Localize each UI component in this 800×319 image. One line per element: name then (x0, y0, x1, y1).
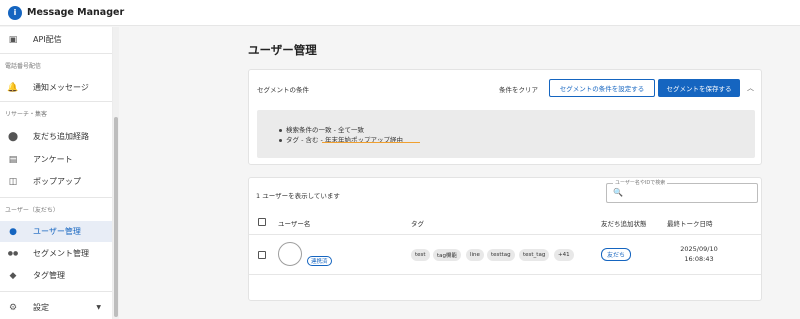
clear-conditions-button[interactable]: 条件をクリア (499, 84, 538, 94)
search-input[interactable]: ユーザー名やIDで検索 🔍 (606, 179, 758, 203)
page-title: ユーザー管理 (248, 43, 317, 57)
tag-chip: test (411, 249, 430, 261)
section-label-phone: 電話番号配信 (5, 63, 42, 70)
column-header-friend-status[interactable]: 友だち追加状態 (601, 218, 647, 228)
search-placeholder: ユーザー名やIDで検索 (613, 179, 668, 186)
condition-text: 検索条件の一致 - 全て一致 (286, 126, 364, 134)
highlight-underline (322, 142, 420, 143)
sidebar-item-notify[interactable]: 🔔 通知メッセージ (0, 77, 112, 98)
user-count-text: 1 ユーザーを表示しています (256, 192, 340, 200)
tag-chip: test_tag (519, 249, 550, 261)
section-label-research: リサーチ・集客 (5, 111, 48, 118)
person-icon: ● (9, 226, 17, 237)
sidebar-item-label: ユーザー管理 (33, 227, 81, 236)
column-header-name[interactable]: ユーザー名 (278, 218, 310, 228)
sidebar-item-api[interactable]: ▣ API配信 (0, 29, 112, 50)
divider (249, 274, 761, 275)
top-bar: i Message Manager (0, 0, 800, 26)
sidebar-item-label: API配信 (33, 35, 62, 44)
location-icon: ⬤ (7, 131, 19, 142)
row-checkbox[interactable] (258, 251, 266, 259)
sidebar-item-label: アンケート (33, 155, 73, 164)
sidebar-item-tags[interactable]: ◆ タグ管理 (0, 265, 112, 286)
tag-chip: testtag (487, 249, 515, 261)
gear-icon: ⚙ (8, 302, 18, 313)
save-segment-button[interactable]: セグメントを保存する (658, 79, 740, 97)
divider (0, 197, 112, 198)
sidebar-item-survey[interactable]: ▤ アンケート (0, 149, 112, 170)
tag-chip: tag機能 (433, 249, 462, 261)
sidebar-item-label: タグ管理 (33, 271, 65, 280)
clipboard-icon: ▤ (8, 154, 18, 165)
sidebar-item-label: 友だち追加経路 (33, 132, 89, 141)
chevron-down-icon: ▼ (96, 304, 101, 311)
sidebar-item-segments[interactable]: ●● セグメント管理 (0, 243, 112, 264)
segment-title: セグメントの条件 (257, 86, 309, 94)
bullet-icon (279, 138, 282, 142)
sidebar: ▣ API配信 電話番号配信 🔔 通知メッセージ リサーチ・集客 ⬤ 友だち追加… (0, 27, 113, 319)
segment-card: セグメントの条件 条件をクリア セグメントの条件を設定する セグメントを保存する… (248, 69, 762, 165)
sidebar-item-label: ポップアップ (33, 177, 81, 186)
chevron-up-icon[interactable]: ︿ (747, 83, 754, 93)
tag-icon: ◆ (9, 270, 17, 281)
select-all-checkbox[interactable] (258, 218, 266, 226)
bell-icon: 🔔 (7, 82, 19, 93)
section-label-users: ユーザー（友だち） (5, 207, 59, 214)
divider (0, 101, 112, 102)
sidebar-item-label: 設定 (33, 303, 49, 312)
sidebar-item-label: セグメント管理 (33, 249, 89, 258)
tag-more-chip[interactable]: +41 (554, 249, 574, 261)
search-icon: 🔍 (613, 188, 623, 197)
set-conditions-button[interactable]: セグメントの条件を設定する (549, 79, 655, 97)
sidebar-item-label: 通知メッセージ (33, 83, 89, 92)
divider (0, 53, 112, 54)
column-header-tags[interactable]: タグ (411, 218, 424, 228)
sidebar-item-users[interactable]: ● ユーザー管理 (0, 221, 112, 242)
people-icon: ●● (7, 250, 19, 257)
last-talk-datetime: 2025/09/10 16:08:43 (669, 244, 729, 264)
popup-icon: ◫ (8, 176, 18, 187)
column-header-last-talk[interactable]: 最終トーク日時 (667, 218, 713, 228)
conditions-box: 検索条件の一致 - 全て一致 タグ - 含む - 年末年始ポップアップ経由 (257, 110, 755, 158)
tag-chip: line (466, 249, 484, 261)
sidebar-item-popup[interactable]: ◫ ポップアップ (0, 171, 112, 192)
avatar[interactable] (278, 242, 302, 266)
divider (249, 234, 761, 235)
terminal-icon: ▣ (8, 34, 18, 45)
last-talk-date: 2025/09/10 (680, 245, 718, 253)
friend-status-badge: 友だち (601, 248, 632, 261)
sidebar-item-route[interactable]: ⬤ 友だち追加経路 (0, 126, 112, 147)
users-card: 1 ユーザーを表示しています ユーザー名やIDで検索 🔍 ユーザー名 タグ 友だ… (248, 177, 762, 301)
divider (0, 291, 112, 292)
sidebar-scrollbar[interactable] (113, 27, 119, 319)
bullet-icon (279, 128, 282, 132)
app-logo-icon: i (8, 5, 22, 20)
condition-item: 検索条件の一致 - 全て一致 (279, 124, 364, 134)
last-talk-time: 16:08:43 (684, 255, 714, 263)
status-badge: 連携済 (307, 256, 332, 266)
sidebar-item-settings[interactable]: ⚙ 設定 ▼ (0, 297, 112, 318)
app-title: Message Manager (27, 7, 125, 18)
scroll-thumb[interactable] (114, 117, 118, 317)
